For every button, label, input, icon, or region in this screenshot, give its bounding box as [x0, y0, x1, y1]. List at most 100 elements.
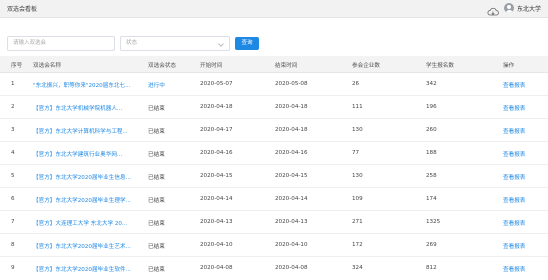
start-date: 2020-04-08	[200, 265, 233, 271]
fair-name-link[interactable]: "东北振兴，职等你来"2020届东北七...	[33, 81, 160, 89]
company-count: 111	[352, 104, 363, 110]
student-count: 174	[426, 196, 437, 202]
fair-name-link[interactable]: 【官方】东北大学2020届毕业生理学...	[33, 196, 160, 204]
company-count: 130	[352, 173, 363, 179]
table-row: 8 【官方】东北大学2020届毕业生艺术... 已结束 2020-04-10 2…	[0, 234, 548, 257]
view-report-link[interactable]: 查看报表	[503, 219, 543, 227]
start-date: 2020-04-14	[200, 196, 233, 202]
student-count: 196	[426, 104, 437, 110]
status-text: 已结束	[148, 175, 165, 181]
header-index: 序号	[11, 63, 23, 69]
header-companies: 参会企业数	[352, 63, 380, 69]
row-index: 3	[11, 127, 15, 133]
fair-name-link[interactable]: 【官方】东北大学机械学院机器人...	[33, 104, 160, 112]
end-date: 2020-04-13	[275, 219, 308, 225]
company-count: 77	[352, 150, 360, 156]
page-title: 双选会看板	[7, 6, 38, 13]
company-count: 130	[352, 127, 363, 133]
fair-name-placeholder: 请输入双选会	[13, 40, 47, 46]
user-menu[interactable]: 东北大学	[504, 3, 541, 13]
status-text: 进行中	[148, 83, 165, 89]
student-count: 812	[426, 265, 437, 271]
start-date: 2020-04-18	[200, 104, 233, 110]
fair-name-link[interactable]: 【官方】东北大学建筑行业奥华网...	[33, 150, 160, 158]
fair-name-link[interactable]: 【官方】大连理工大学 东北大学 20...	[33, 219, 160, 227]
student-count: 342	[426, 81, 437, 87]
status-text: 已结束	[148, 198, 165, 204]
student-count: 260	[426, 127, 437, 133]
company-count: 109	[352, 196, 363, 202]
cloud-download-icon[interactable]	[487, 3, 499, 16]
view-report-link[interactable]: 查看报表	[503, 196, 543, 204]
start-date: 2020-05-07	[200, 81, 233, 87]
end-date: 2020-04-16	[275, 150, 308, 156]
start-date: 2020-04-13	[200, 219, 233, 225]
start-date: 2020-04-10	[200, 242, 233, 248]
end-date: 2020-04-15	[275, 173, 308, 179]
end-date: 2020-04-08	[275, 265, 308, 271]
student-count: 258	[426, 173, 437, 179]
header-end: 结束时间	[275, 63, 298, 69]
status-text: 已结束	[148, 106, 165, 112]
table-row: 3 【官方】东北大学计算机科学与工程... 已结束 2020-04-17 202…	[0, 119, 548, 142]
status-select[interactable]: 状态	[120, 36, 230, 51]
view-report-link[interactable]: 查看报表	[503, 150, 543, 158]
chevron-down-icon	[218, 41, 224, 47]
end-date: 2020-04-10	[275, 242, 308, 248]
fair-name-input[interactable]: 请输入双选会	[7, 36, 115, 51]
student-count: 269	[426, 242, 437, 248]
start-date: 2020-04-17	[200, 127, 233, 133]
fair-name-link[interactable]: 【官方】东北大学2020届毕业生信息...	[33, 173, 160, 181]
table-row: 9 【官方】东北大学2020届毕业生软件... 已结束 2020-04-08 2…	[0, 257, 548, 280]
company-count: 324	[352, 265, 363, 271]
fair-name-link[interactable]: 【官方】东北大学2020届毕业生艺术...	[33, 242, 160, 250]
header-start: 开始时间	[200, 63, 223, 69]
view-report-link[interactable]: 查看报表	[503, 127, 543, 135]
row-index: 6	[11, 196, 15, 202]
status-text: 已结束	[148, 221, 165, 227]
row-index: 1	[11, 81, 15, 87]
query-button[interactable]: 查询	[235, 37, 259, 50]
header-students: 学生报名数	[426, 63, 454, 69]
user-name: 东北大学	[517, 5, 542, 13]
top-bar: 双选会看板 东北大学	[0, 0, 548, 18]
view-report-link[interactable]: 查看报表	[503, 81, 543, 89]
end-date: 2020-05-08	[275, 81, 308, 87]
fair-name-link[interactable]: 【官方】东北大学计算机科学与工程...	[33, 127, 160, 135]
table-row: 2 【官方】东北大学机械学院机器人... 已结束 2020-04-18 2020…	[0, 96, 548, 119]
view-report-link[interactable]: 查看报表	[503, 104, 543, 112]
end-date: 2020-04-18	[275, 127, 308, 133]
table-header: 序号 双选会名称 双选会状态 开始时间 结束时间 参会企业数 学生报名数 操作	[0, 56, 548, 73]
student-count: 188	[426, 150, 437, 156]
status-text: 已结束	[148, 244, 165, 250]
row-index: 8	[11, 242, 15, 248]
company-count: 271	[352, 219, 363, 225]
row-index: 2	[11, 104, 15, 110]
header-name: 双选会名称	[33, 63, 61, 69]
status-text: 已结束	[148, 152, 165, 158]
start-date: 2020-04-15	[200, 173, 233, 179]
filter-bar: 请输入双选会 状态 查询	[0, 36, 548, 52]
status-placeholder: 状态	[126, 40, 138, 46]
student-count: 1325	[426, 219, 441, 225]
table-row: 6 【官方】东北大学2020届毕业生理学... 已结束 2020-04-14 2…	[0, 188, 548, 211]
row-index: 5	[11, 173, 15, 179]
company-count: 26	[352, 81, 360, 87]
company-count: 172	[352, 242, 363, 248]
end-date: 2020-04-18	[275, 104, 308, 110]
start-date: 2020-04-16	[200, 150, 233, 156]
row-index: 7	[11, 219, 15, 225]
end-date: 2020-04-14	[275, 196, 308, 202]
header-status: 双选会状态	[148, 63, 176, 69]
table-row: 7 【官方】大连理工大学 东北大学 20... 已结束 2020-04-13 2…	[0, 211, 548, 234]
user-avatar-icon	[504, 3, 514, 13]
table-row: 1 "东北振兴，职等你来"2020届东北七... 进行中 2020-05-07 …	[0, 73, 548, 96]
view-report-link[interactable]: 查看报表	[503, 173, 543, 181]
view-report-link[interactable]: 查看报表	[503, 242, 543, 250]
header-action: 操作	[503, 63, 515, 69]
row-index: 9	[11, 265, 15, 271]
table-row: 4 【官方】东北大学建筑行业奥华网... 已结束 2020-04-16 2020…	[0, 142, 548, 165]
table-row: 5 【官方】东北大学2020届毕业生信息... 已结束 2020-04-15 2…	[0, 165, 548, 188]
status-text: 已结束	[148, 129, 165, 135]
row-index: 4	[11, 150, 15, 156]
